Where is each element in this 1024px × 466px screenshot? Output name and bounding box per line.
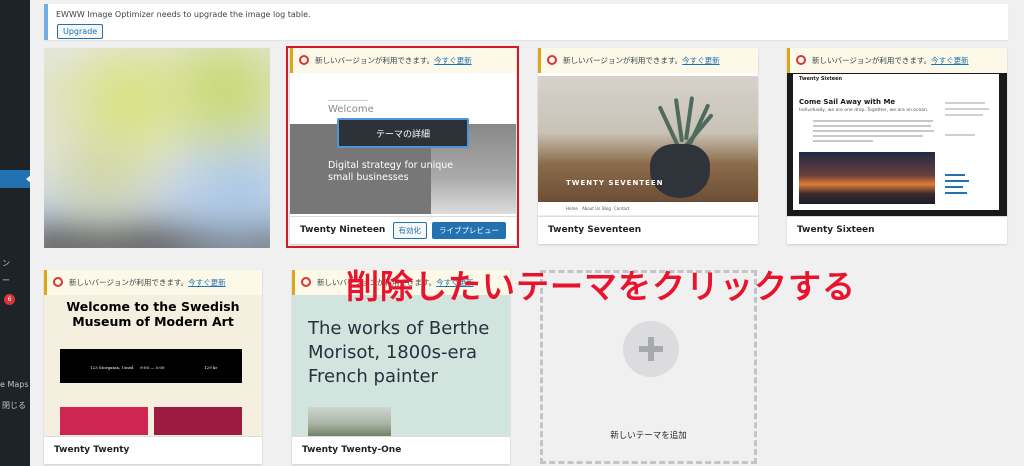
preview-text-line — [813, 125, 931, 127]
sidebar-item-label[interactable]: ン — [2, 258, 10, 269]
preview-photo: TWENTY SEVENTEEN — [538, 76, 758, 202]
upgrade-button[interactable]: Upgrade — [57, 24, 104, 39]
theme-card-twenty-seventeen[interactable]: 新しいバージョンが利用できます。今すぐ更新 TWENTY SEVENTEEN H… — [538, 48, 758, 244]
preview-sidebar-link — [945, 192, 967, 194]
preview-nav-item: Contact — [614, 206, 630, 211]
preview-image — [154, 407, 242, 435]
notice-text: EWWW Image Optimizer needs to upgrade th… — [56, 10, 311, 19]
theme-card-twenty-sixteen[interactable]: 新しいバージョンが利用できます。今すぐ更新 Twenty Sixteen Com… — [787, 48, 1007, 244]
update-notice: 新しいバージョンが利用できます。今すぐ更新 — [538, 48, 758, 73]
update-now-link[interactable]: 今すぐ更新 — [188, 278, 226, 287]
plus-icon — [623, 321, 679, 377]
preview-area: The works of Berthe Morisot, 1800s-era F… — [292, 295, 510, 436]
blurred-screenshot — [44, 48, 270, 248]
preview-nav: Home About Us Blog Contact — [538, 202, 758, 216]
instruction-annotation: 削除したいテーマをクリックする — [346, 267, 856, 306]
update-notice: 新しいバージョンが利用できます。今すぐ更新 — [44, 270, 262, 295]
preview-sidebar-line — [945, 134, 975, 136]
update-icon — [301, 277, 311, 287]
sidebar-item-maps[interactable]: e Maps — [0, 380, 29, 389]
preview-sidebar-link — [945, 186, 963, 188]
sidebar-item-label[interactable]: ー — [2, 275, 10, 286]
plant-pot — [650, 144, 710, 198]
update-now-link[interactable]: 今すぐ更新 — [682, 56, 720, 65]
preview-site-title: TWENTY SEVENTEEN — [566, 179, 664, 187]
theme-screenshot[interactable]: 新しいバージョンが利用できます。今すぐ更新 TWENTY SEVENTEEN H… — [538, 48, 758, 216]
preview-page: Twenty Sixteen Come Sail Away with Me In… — [793, 74, 999, 210]
preview-headline: Welcome to the Swedish Museum of Modern … — [66, 299, 240, 329]
theme-card-blurred[interactable] — [44, 48, 270, 248]
update-text: 新しいバージョンが利用できます。 — [812, 56, 932, 65]
admin-sidebar: ン ー 6 e Maps 閉じる — [0, 0, 32, 466]
preview-sunset-image — [799, 152, 935, 204]
preview-sidebar-link — [945, 180, 969, 182]
preview-text-line — [813, 140, 873, 142]
theme-card-twenty-twenty[interactable]: 新しいバージョンが利用できます。今すぐ更新 Welcome to the Swe… — [44, 270, 262, 464]
update-icon — [53, 277, 63, 287]
preview-text-line — [813, 130, 934, 132]
update-text: 新しいバージョンが利用できます。 — [563, 56, 683, 65]
theme-screenshot[interactable]: 新しいバージョンが利用できます。今すぐ更新 Twenty Sixteen Com… — [787, 48, 1007, 216]
preview-headline: The works of Berthe Morisot, 1800s-era F… — [308, 318, 490, 387]
preview-sidebar-link — [945, 174, 965, 176]
preview-sidebar-line — [945, 114, 983, 116]
preview-image — [308, 407, 391, 436]
theme-name: Twenty Sixteen — [787, 216, 1007, 244]
preview-nav-item: About Us — [582, 206, 601, 211]
preview-text-line — [813, 120, 933, 122]
collapse-menu-label[interactable]: 閉じる — [2, 400, 26, 411]
update-icon — [796, 55, 806, 65]
update-notice: 新しいバージョンが利用できます。今すぐ更新 — [787, 48, 1007, 73]
preview-post-title: Come Sail Away with Me — [799, 98, 896, 106]
preview-price: 129 kr — [204, 365, 218, 370]
update-icon — [547, 55, 557, 65]
preview-area: Welcome to the Swedish Museum of Modern … — [44, 295, 262, 435]
plugins-update-badge: 6 — [4, 294, 15, 305]
preview-text-line — [813, 135, 923, 137]
preview-address: 123 Storgatan, Umeå — [90, 365, 134, 370]
update-now-link[interactable]: 今すぐ更新 — [931, 56, 969, 65]
preview-site-title: Twenty Sixteen — [799, 76, 843, 82]
theme-name: Twenty Twenty — [44, 436, 262, 464]
admin-notice: EWWW Image Optimizer needs to upgrade th… — [44, 4, 1008, 40]
preview-nav-item: Home — [566, 206, 578, 211]
preview-sidebar-line — [945, 102, 985, 104]
update-text: 新しいバージョンが利用できます。 — [69, 278, 189, 287]
theme-name: Twenty Seventeen — [538, 216, 758, 244]
preview-image — [60, 407, 148, 435]
preview-post-subtitle: Individually, we are one drop. Together,… — [799, 108, 929, 113]
preview-hours: 9:00 — 5:00 — [140, 365, 165, 370]
theme-name: Twenty Twenty-One — [292, 436, 510, 464]
sidebar-item-appearance[interactable] — [0, 170, 32, 188]
theme-screenshot[interactable]: 新しいバージョンが利用できます。今すぐ更新 Welcome to the Swe… — [44, 270, 262, 436]
highlight-frame — [286, 46, 519, 248]
preview-frame: Twenty Sixteen Come Sail Away with Me In… — [787, 68, 1007, 216]
add-new-theme-label: 新しいテーマを追加 — [610, 431, 687, 441]
preview-info-band: 123 Storgatan, Umeå 9:00 — 5:00 129 kr — [60, 349, 242, 383]
preview-sidebar-line — [945, 108, 989, 110]
preview-nav-item: Blog — [602, 206, 611, 211]
